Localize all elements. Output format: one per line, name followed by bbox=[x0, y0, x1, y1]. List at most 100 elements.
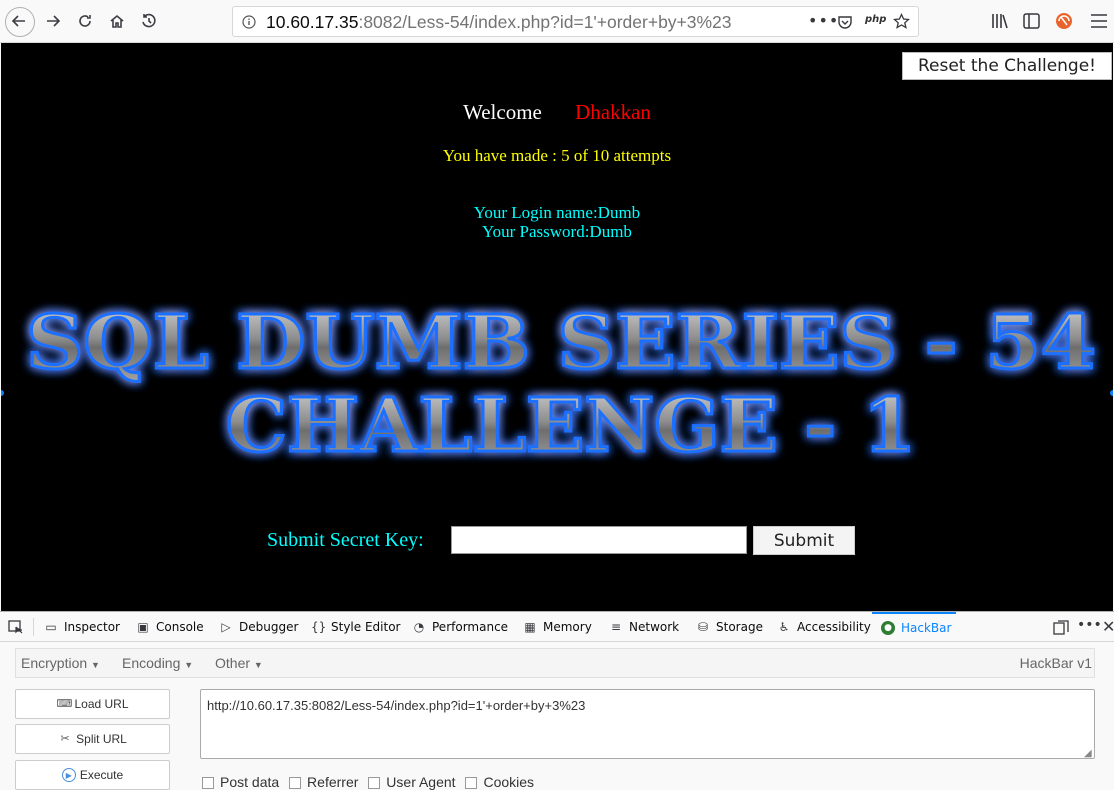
splitter-handle-right[interactable] bbox=[1110, 390, 1113, 396]
ellipsis-icon[interactable]: ••• bbox=[808, 11, 839, 30]
button-label: Load URL bbox=[74, 697, 129, 711]
menu-label: Encoding bbox=[122, 655, 181, 671]
execute-button[interactable]: ▶ Execute bbox=[15, 760, 170, 790]
checkbox-box[interactable] bbox=[465, 777, 478, 790]
tab-inspector[interactable]: ▭ Inspector bbox=[44, 612, 120, 642]
login-password: Your Password:Dumb bbox=[482, 222, 632, 241]
menu-encoding[interactable]: Encoding ▼ bbox=[122, 655, 193, 671]
hackbar-url-textarea[interactable]: http://10.60.17.35:8082/Less-54/index.ph… bbox=[200, 689, 1095, 759]
tab-label: Debugger bbox=[239, 620, 299, 634]
load-url-button[interactable]: ⌨ Load URL bbox=[15, 689, 170, 719]
secret-key-label: Submit Secret Key: bbox=[267, 529, 424, 551]
welcome-label: Welcome bbox=[463, 100, 542, 124]
reload-button[interactable] bbox=[70, 6, 100, 36]
splitter-handle-left[interactable] bbox=[1, 390, 4, 396]
checkbox-box[interactable] bbox=[289, 777, 302, 790]
tab-label: Console bbox=[156, 620, 204, 634]
tab-performance[interactable]: ◔ Performance bbox=[412, 612, 508, 642]
tab-console[interactable]: ▣ Console bbox=[136, 612, 204, 642]
memory-icon: ▦ bbox=[524, 620, 536, 634]
user-agent-checkbox[interactable]: User Agent bbox=[368, 774, 456, 790]
browser-toolbar: 10.60.17.35:8082/Less-54/index.php?id=1'… bbox=[0, 0, 1114, 43]
debugger-icon: ▷ bbox=[221, 620, 231, 634]
reset-challenge-button[interactable]: Reset the Challenge! bbox=[902, 52, 1112, 80]
sidebar-icon[interactable] bbox=[1023, 13, 1040, 29]
dock-mode-icon[interactable] bbox=[1053, 620, 1069, 635]
menu-label: Other bbox=[215, 655, 251, 671]
login-info: Your Login name:Dumb Your Password:Dumb bbox=[1, 203, 1113, 241]
referrer-checkbox[interactable]: Referrer bbox=[289, 774, 358, 790]
forward-button[interactable] bbox=[38, 6, 68, 36]
checkbox-box[interactable] bbox=[368, 777, 381, 790]
tab-hackbar[interactable]: ● HackBar bbox=[872, 612, 956, 642]
split-url-button[interactable]: ✂ Split URL bbox=[15, 724, 170, 754]
tab-accessibility[interactable]: ♿ Accessibility bbox=[777, 612, 871, 642]
console-icon: ▣ bbox=[137, 620, 149, 634]
scissors-icon: ✂ bbox=[60, 733, 70, 745]
series-banner-image: SQL DUMB SERIES - 54 CHALLENGE - 1 bbox=[25, 299, 1098, 471]
menu-encryption[interactable]: Encryption ▼ bbox=[21, 655, 100, 671]
secret-key-form: Submit Secret Key: Submit bbox=[1, 525, 1113, 555]
devtools-tabbar: ▭ Inspector ▣ Console ▷ Debugger {} Style Ed… bbox=[0, 612, 1114, 642]
tab-storage[interactable]: ⛁ Storage bbox=[696, 612, 763, 642]
menu-icon[interactable] bbox=[1090, 14, 1108, 28]
element-picker-icon[interactable] bbox=[8, 620, 24, 635]
tab-network[interactable]: ≡ Network bbox=[609, 612, 679, 642]
welcome-line: Welcome Dhakkan bbox=[1, 100, 1113, 125]
submit-button[interactable]: Submit bbox=[753, 526, 855, 555]
checkbox-label: Post data bbox=[220, 774, 280, 790]
devtools-panel: ▭ Inspector ▣ Console ▷ Debugger {} Style Ed… bbox=[0, 611, 1114, 790]
extension-icon[interactable] bbox=[1055, 12, 1073, 30]
back-button[interactable] bbox=[4, 6, 35, 37]
library-icon[interactable] bbox=[991, 13, 1009, 29]
checkbox-label: Cookies bbox=[483, 774, 535, 790]
more-options-icon[interactable]: ••• bbox=[1077, 617, 1102, 633]
history-button[interactable] bbox=[134, 6, 164, 36]
checkbox-box[interactable] bbox=[202, 777, 214, 790]
tab-label: Style Editor bbox=[331, 620, 401, 634]
login-name: Your Login name:Dumb bbox=[473, 203, 641, 222]
hackbar-toolbar: Encryption ▼ Encoding ▼ Other ▼ HackBar … bbox=[15, 648, 1095, 678]
tab-label: Performance bbox=[432, 620, 509, 634]
hackbar-icon: ● bbox=[881, 621, 895, 635]
home-icon bbox=[110, 14, 124, 28]
secret-key-input[interactable] bbox=[451, 526, 747, 554]
url-path: :8082/Less-54/index.php?id=1'+order+by+3… bbox=[358, 12, 732, 32]
style-editor-icon: {} bbox=[311, 620, 327, 634]
reload-icon bbox=[79, 15, 91, 27]
network-icon: ≡ bbox=[610, 620, 622, 634]
post-data-checkbox[interactable]: Post data bbox=[202, 774, 279, 790]
performance-icon: ◔ bbox=[413, 620, 425, 634]
menu-label: Encryption bbox=[21, 655, 88, 671]
tab-style-editor[interactable]: {} Style Editor bbox=[311, 612, 400, 642]
chevron-down-icon: ▼ bbox=[184, 660, 194, 670]
resize-grip-icon[interactable]: ◢ bbox=[1084, 748, 1092, 759]
tab-memory[interactable]: ▦ Memory bbox=[523, 612, 592, 642]
tab-label: Memory bbox=[543, 620, 592, 634]
php-badge[interactable]: php bbox=[865, 14, 886, 25]
hackbar-options: Post data Referrer User Agent Cookies bbox=[202, 774, 540, 790]
hackbar-version: HackBar v1 bbox=[1019, 655, 1092, 671]
checkbox-label: Referrer bbox=[307, 774, 359, 790]
button-label: Execute bbox=[79, 768, 124, 782]
cookies-checkbox[interactable]: Cookies bbox=[465, 774, 534, 790]
url-bar[interactable]: 10.60.17.35:8082/Less-54/index.php?id=1'… bbox=[232, 6, 919, 37]
url-text[interactable]: 10.60.17.35:8082/Less-54/index.php?id=1'… bbox=[266, 12, 732, 33]
tab-label: Network bbox=[629, 620, 680, 634]
tab-label: Storage bbox=[716, 620, 763, 634]
pocket-icon[interactable] bbox=[837, 14, 853, 30]
tab-debugger[interactable]: ▷ Debugger bbox=[219, 612, 298, 642]
button-label: Split URL bbox=[76, 732, 127, 746]
storage-icon: ⛁ bbox=[697, 620, 709, 634]
checkbox-label: User Agent bbox=[386, 774, 456, 790]
chevron-down-icon: ▼ bbox=[91, 660, 100, 670]
star-icon[interactable] bbox=[893, 13, 910, 30]
home-button[interactable] bbox=[102, 6, 132, 36]
page-viewport: Reset the Challenge! Welcome Dhakkan You… bbox=[1, 43, 1113, 611]
play-icon: ▶ bbox=[61, 768, 76, 782]
close-devtools-icon[interactable]: ✕ bbox=[1102, 617, 1114, 636]
banner-line-2: CHALLENGE - 1 bbox=[226, 383, 916, 469]
info-icon[interactable] bbox=[242, 15, 256, 29]
load-url-icon: ⌨ bbox=[56, 698, 73, 710]
menu-other[interactable]: Other ▼ bbox=[215, 655, 263, 671]
